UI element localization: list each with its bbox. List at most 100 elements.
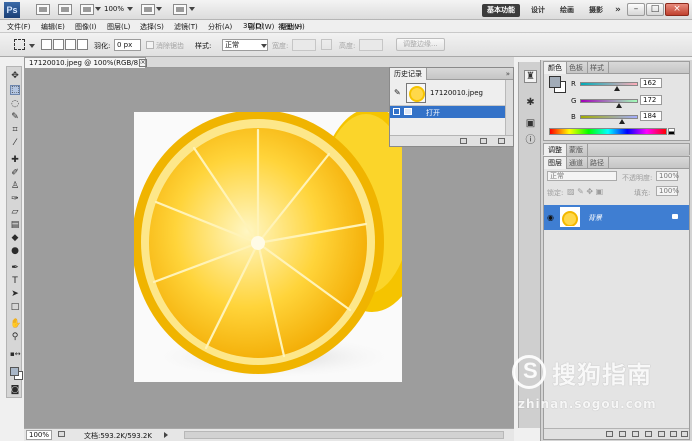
menu-select[interactable]: 选择(S) (140, 22, 164, 32)
status-info-icon[interactable] (58, 431, 65, 437)
link-layers-icon[interactable] (606, 431, 613, 437)
default-colors-icon[interactable]: ▪↔ (10, 349, 21, 359)
menu-image[interactable]: 图像(I) (75, 22, 97, 32)
red-value-input[interactable]: 162 (640, 78, 662, 88)
move-tool-icon[interactable]: ✥ (10, 71, 20, 81)
tab-styles[interactable]: 样式 (586, 62, 609, 74)
add-mask-icon[interactable] (632, 431, 639, 437)
restore-button[interactable]: □ (646, 3, 664, 16)
new-document-from-state-icon[interactable] (460, 138, 467, 144)
eraser-tool-icon[interactable]: ▱ (10, 207, 20, 217)
tab-channels[interactable]: 通道 (565, 157, 588, 169)
pen-tool-icon[interactable]: ✒ (10, 263, 20, 273)
foreground-color-swatch[interactable] (549, 76, 561, 88)
tab-swatches[interactable]: 色板 (565, 62, 588, 74)
zoom-tool-icon[interactable]: ⚲ (10, 332, 20, 342)
chevron-down-icon[interactable] (156, 7, 162, 11)
history-snapshot[interactable]: ✎ 17120010.jpeg (390, 80, 506, 106)
history-brush-tool-icon[interactable]: ✑ (10, 194, 20, 204)
screen-mode-icon[interactable] (173, 4, 187, 15)
gradient-tool-icon[interactable]: ▤ (10, 220, 20, 230)
close-icon[interactable]: × (139, 59, 147, 67)
chevron-down-icon[interactable] (95, 7, 101, 11)
eyedropper-tool-icon[interactable]: ⁄ (10, 138, 20, 148)
menu-analysis[interactable]: 分析(A) (208, 22, 232, 32)
lasso-tool-icon[interactable]: ◌ (10, 99, 20, 109)
new-selection-icon[interactable] (41, 39, 52, 50)
tab-masks[interactable]: 蒙版 (565, 144, 588, 156)
trash-icon[interactable] (498, 138, 505, 144)
color-spectrum-bar[interactable] (549, 128, 667, 135)
swap-width-height-icon[interactable] (321, 39, 332, 50)
mini-bridge-icon[interactable] (58, 4, 72, 15)
workspace-design[interactable]: 设计 (526, 4, 550, 17)
spot-healing-tool-icon[interactable]: ✚ (10, 155, 20, 165)
fill-input[interactable]: 100% (656, 186, 679, 196)
document-tab[interactable]: 17120010.jpeg @ 100%(RGB/8) × (24, 57, 147, 68)
quick-mask-icon[interactable]: ◙ (10, 385, 20, 395)
workspace-essentials[interactable]: 基本功能 (482, 4, 520, 17)
opacity-input[interactable]: 100% (656, 171, 679, 181)
view-extras-icon[interactable] (80, 4, 94, 15)
zoom-field[interactable]: 100% (26, 430, 52, 440)
antialias-checkbox[interactable] (146, 41, 154, 49)
feather-input[interactable]: 0 px (114, 39, 141, 51)
menu-edit[interactable]: 编辑(E) (41, 22, 65, 32)
intersect-selection-icon[interactable] (77, 39, 88, 50)
type-tool-icon[interactable]: T (10, 276, 20, 286)
tab-history[interactable]: 历史记录 (390, 68, 427, 80)
height-input[interactable] (359, 39, 383, 51)
refine-edge-button[interactable]: 调整边缘... (396, 38, 445, 51)
close-button[interactable]: × (665, 3, 689, 16)
layer-row[interactable]: ◉ 背景 (544, 205, 689, 230)
shape-tool-icon[interactable]: □ (10, 302, 20, 312)
history-scrollbar[interactable] (505, 80, 513, 137)
blend-mode-select[interactable]: 正常 (547, 171, 617, 181)
marquee-tool-preset-icon[interactable] (14, 39, 25, 50)
add-to-selection-icon[interactable] (53, 39, 64, 50)
history-panel-icon[interactable]: ♜ (524, 70, 537, 83)
info-panel-icon[interactable]: ⓘ (524, 134, 537, 147)
new-layer-icon[interactable] (670, 431, 677, 437)
blur-tool-icon[interactable]: ◆ (10, 233, 20, 243)
menu-layer[interactable]: 图层(L) (107, 22, 130, 32)
navigator-panel-icon[interactable]: ▣ (524, 117, 537, 130)
chevron-down-icon[interactable] (127, 7, 133, 11)
history-step[interactable]: 打开 (390, 106, 506, 118)
menu-filter[interactable]: 滤镜(T) (174, 22, 198, 32)
green-slider[interactable] (580, 99, 638, 103)
hand-tool-icon[interactable]: ✋ (10, 319, 21, 329)
blue-slider-knob[interactable] (618, 119, 625, 124)
subtract-from-selection-icon[interactable] (65, 39, 76, 50)
layer-style-icon[interactable] (619, 431, 626, 437)
green-slider-knob[interactable] (616, 103, 623, 108)
clone-stamp-tool-icon[interactable]: ♙ (10, 181, 20, 191)
green-value-input[interactable]: 172 (640, 95, 662, 105)
panel-menu-icon[interactable]: » (506, 70, 510, 78)
tab-color[interactable]: 颜色 (544, 62, 567, 74)
eye-icon[interactable]: ◉ (547, 213, 554, 222)
blue-slider[interactable] (580, 115, 638, 119)
crop-tool-icon[interactable]: ⌗ (10, 125, 20, 135)
red-slider-knob[interactable] (613, 86, 620, 91)
brush-source-icon[interactable]: ✎ (394, 88, 401, 97)
menu-file[interactable]: 文件(F) (7, 22, 31, 32)
bridge-icon[interactable] (36, 4, 50, 15)
blue-value-input[interactable]: 184 (640, 111, 662, 121)
more-workspaces-button[interactable]: » (610, 4, 626, 17)
path-selection-tool-icon[interactable]: ➤ (10, 289, 20, 299)
width-input[interactable] (292, 39, 316, 51)
tab-layers[interactable]: 图层 (544, 157, 567, 169)
new-group-icon[interactable] (658, 431, 665, 437)
black-white-ramp[interactable] (668, 128, 675, 135)
zoom-level[interactable]: 100% (104, 5, 124, 13)
document-canvas[interactable] (134, 112, 402, 382)
dodge-tool-icon[interactable]: ● (10, 246, 20, 256)
status-menu-arrow-icon[interactable] (164, 432, 168, 438)
rectangular-marquee-tool-icon[interactable]: ⬚ (10, 85, 20, 95)
minimize-button[interactable]: – (627, 3, 645, 16)
tab-paths[interactable]: 路径 (586, 157, 609, 169)
workspace-photography[interactable]: 摄影 (584, 4, 608, 17)
actions-panel-icon[interactable]: ✱ (524, 96, 537, 109)
trash-icon[interactable] (681, 431, 688, 437)
